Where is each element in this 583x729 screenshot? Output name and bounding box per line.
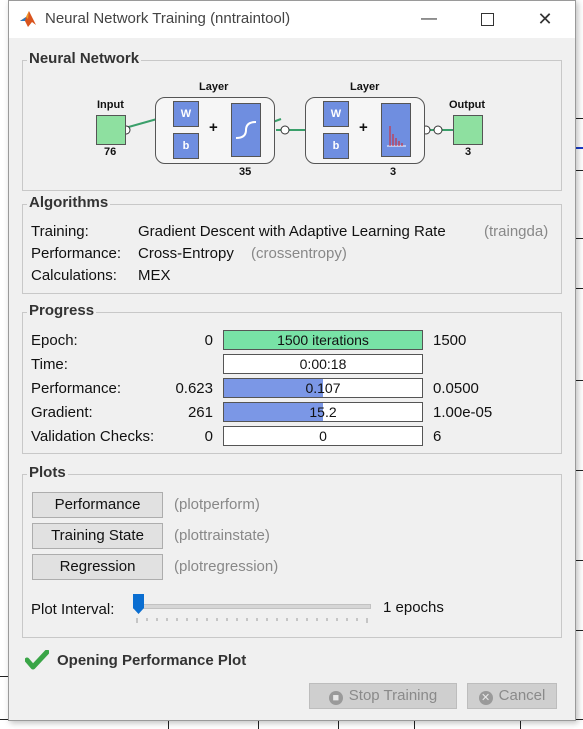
hidden-sum-symbol: + — [209, 119, 218, 136]
algorithm-label-calculations: Calculations: — [31, 267, 117, 284]
plot-training-state-func: (plottrainstate) — [174, 527, 270, 544]
hidden-bias-box: b — [173, 133, 199, 159]
stop-training-label: Stop Training — [348, 687, 438, 704]
progress-end-gradient: 1.00e-05 — [433, 404, 493, 421]
hidden-layer-label: Layer — [199, 81, 229, 93]
hidden-size: 35 — [239, 166, 252, 178]
section-title-plots: Plots — [27, 464, 68, 481]
section-title-algorithms: Algorithms — [27, 194, 111, 211]
progress-end-epoch: 1500 — [433, 332, 467, 349]
algorithm-value-calculations: MEX — [138, 267, 171, 284]
algorithm-func-performance: (crossentropy) — [251, 245, 347, 262]
algorithm-func-training: (traingda) — [484, 223, 549, 240]
cancel-button[interactable]: ✕ Cancel — [467, 683, 557, 709]
output-layer-label: Layer — [350, 81, 380, 93]
progress-start-epoch: 0 — [204, 332, 213, 349]
plot-interval-value: 1 epochs — [383, 599, 444, 616]
output-layer-size: 3 — [390, 166, 397, 178]
bg-rule — [0, 676, 8, 677]
cancel-icon: ✕ — [478, 691, 493, 705]
progress-bar-text-performance: 0.107 — [305, 380, 341, 396]
output-sum-symbol: + — [359, 119, 368, 136]
stop-training-button[interactable]: ■ Stop Training — [309, 683, 457, 709]
progress-bar-gradient: 15.2 — [223, 402, 423, 422]
progress-bar-validationchecks: 0 — [223, 426, 423, 446]
progress-bar-time: 0:00:18 — [223, 354, 423, 374]
input-size: 76 — [104, 146, 117, 158]
plot-regression-button[interactable]: Regression — [32, 554, 163, 580]
progress-start-gradient: 261 — [187, 404, 213, 421]
neural-network-panel: Neural Network Input 76 Layer W b + 35 L… — [22, 50, 562, 191]
algorithms-panel: Algorithms Training: Gradient Descent wi… — [22, 194, 562, 294]
output-size: 3 — [465, 146, 472, 158]
algorithm-value-training: Gradient Descent with Adaptive Learning … — [138, 223, 446, 240]
plot-interval-slider[interactable] — [133, 592, 371, 626]
title-bar: Neural Network Training (nntraintool) — … — [9, 1, 575, 38]
progress-bar-text-time: 0:00:18 — [299, 356, 347, 372]
algorithm-label-performance: Performance: — [31, 245, 122, 262]
status-text: Opening Performance Plot — [57, 652, 247, 669]
output-weight-box: W — [323, 101, 349, 127]
progress-label-validationchecks: Validation Checks: — [31, 428, 155, 445]
input-label: Input — [97, 99, 124, 111]
output-node — [453, 115, 483, 145]
input-node — [96, 115, 126, 145]
progress-end-performance: 0.0500 — [433, 380, 479, 397]
tansig-transfer-icon — [231, 103, 261, 157]
progress-bar-performance: 0.107 — [223, 378, 423, 398]
plot-performance-func: (plotperform) — [174, 496, 260, 513]
progress-panel: Progress Epoch: 0 1500 iterations 1500 Time:… — [22, 302, 562, 454]
progress-bar-text-gradient: 15.2 — [309, 404, 337, 420]
progress-start-performance: 0.623 — [175, 380, 213, 397]
progress-bar-epoch: 1500 iterations — [223, 330, 423, 350]
cancel-label: Cancel — [498, 687, 546, 704]
plot-performance-button[interactable]: Performance — [32, 492, 163, 518]
progress-label-epoch: Epoch: — [31, 332, 78, 349]
window-title: Neural Network Training (nntraintool) — [45, 10, 291, 27]
hidden-weight-box: W — [173, 101, 199, 127]
stop-icon: ■ — [328, 691, 343, 705]
progress-start-validationchecks: 0 — [204, 428, 213, 445]
section-title-progress: Progress — [27, 302, 97, 319]
checkmark-icon — [25, 650, 49, 670]
plots-panel: Plots Performance (plotperform) Training… — [22, 464, 562, 638]
plot-regression-func: (plotregression) — [174, 558, 279, 575]
algorithm-label-training: Training: — [31, 223, 89, 240]
progress-label-performance: Performance: — [31, 380, 122, 397]
algorithm-value-performance: Cross-Entropy — [138, 245, 234, 262]
progress-bar-text-validationchecks: 0 — [319, 428, 327, 444]
close-icon[interactable]: ✕ — [533, 7, 557, 31]
progress-end-validationchecks: 6 — [433, 428, 442, 445]
maximize-icon[interactable] — [475, 7, 499, 31]
output-bias-box: b — [323, 133, 349, 159]
network-diagram: Input 76 Layer W b + 35 Layer W b + 3 Ou… — [23, 61, 561, 190]
minimize-icon[interactable]: — — [417, 7, 441, 31]
plot-training-state-button[interactable]: Training State — [32, 523, 163, 549]
nntraintool-window: Neural Network Training (nntraintool) — … — [8, 0, 576, 721]
output-label: Output — [449, 99, 486, 111]
plot-interval-label: Plot Interval: — [31, 601, 115, 618]
softmax-transfer-icon — [381, 103, 411, 157]
matlab-logo-icon — [20, 11, 36, 27]
progress-bar-text-epoch: 1500 iterations — [277, 332, 369, 348]
progress-label-time: Time: — [31, 356, 68, 373]
progress-label-gradient: Gradient: — [31, 404, 93, 421]
